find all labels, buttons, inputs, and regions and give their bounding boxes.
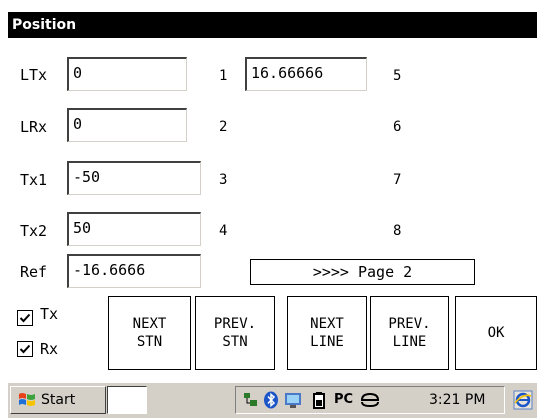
network-icon[interactable]: [242, 391, 260, 409]
battery-icon[interactable]: [312, 391, 326, 409]
prev-line-line1: PREV.: [388, 316, 431, 332]
input-panel-button[interactable]: [107, 386, 147, 414]
tx2-field[interactable]: 50: [67, 212, 201, 246]
ref-label: Ref: [20, 263, 48, 281]
check-icon: [19, 344, 31, 354]
prev-line-button[interactable]: PREV. LINE: [370, 296, 449, 370]
prev-station-line2: STN: [222, 334, 248, 350]
ltx-label: LTx: [20, 66, 48, 84]
ok-label: OK: [487, 325, 505, 341]
next-line-line2: LINE: [310, 334, 344, 350]
channel-2-label: 2: [219, 119, 228, 135]
tx-checkbox-label: Tx: [40, 305, 59, 323]
channel-8-label: 8: [393, 223, 402, 239]
rx-checkbox[interactable]: [17, 341, 33, 357]
start-label: Start: [41, 392, 76, 408]
ie-icon[interactable]: [513, 390, 533, 410]
tx-checkbox[interactable]: [17, 310, 33, 326]
channel-6-label: 6: [393, 119, 402, 135]
sync-icon[interactable]: [359, 391, 381, 409]
clock: 3:21 PM: [429, 392, 486, 408]
tx1-field[interactable]: -50: [67, 161, 201, 195]
system-tray: PC 3:21 PM: [235, 386, 505, 414]
ltx-field[interactable]: 0: [67, 57, 187, 91]
next-line-button[interactable]: NEXT LINE: [287, 296, 367, 370]
ref-field[interactable]: -16.6666: [67, 254, 201, 288]
channel-1-label: 1: [219, 68, 228, 84]
prev-station-button[interactable]: PREV. STN: [195, 296, 275, 370]
next-line-line1: NEXT: [310, 316, 344, 332]
prev-station-line1: PREV.: [213, 316, 257, 332]
channel-5-label: 5: [393, 68, 402, 84]
next-station-line1: NEXT: [132, 316, 167, 332]
window-title: Position: [8, 12, 537, 38]
channel-7-label: 7: [393, 172, 402, 188]
tx1-label: Tx1: [20, 171, 48, 189]
tx2-label: Tx2: [20, 222, 48, 240]
taskbar: Start PC 3:21 PM: [8, 382, 537, 418]
prev-line-line2: LINE: [392, 334, 427, 350]
channel-4-label: 4: [219, 223, 228, 239]
bluetooth-icon[interactable]: [263, 391, 279, 409]
lrx-field[interactable]: 0: [67, 108, 187, 142]
start-button[interactable]: Start: [10, 386, 106, 414]
monitor-icon[interactable]: [284, 391, 302, 409]
page-2-button[interactable]: >>>> Page 2: [250, 259, 475, 285]
lrx-label: LRx: [20, 118, 48, 136]
pc-connection-icon[interactable]: PC: [334, 391, 353, 409]
next-station-line2: STN: [136, 334, 163, 350]
windows-flag-icon: [19, 393, 35, 406]
channel-3-label: 3: [219, 172, 228, 188]
channel-1-value-field[interactable]: 16.66666: [245, 57, 367, 91]
ok-button[interactable]: OK: [455, 296, 537, 370]
rx-checkbox-label: Rx: [40, 340, 59, 358]
next-station-button[interactable]: NEXT STN: [108, 296, 191, 370]
check-icon: [19, 313, 31, 323]
